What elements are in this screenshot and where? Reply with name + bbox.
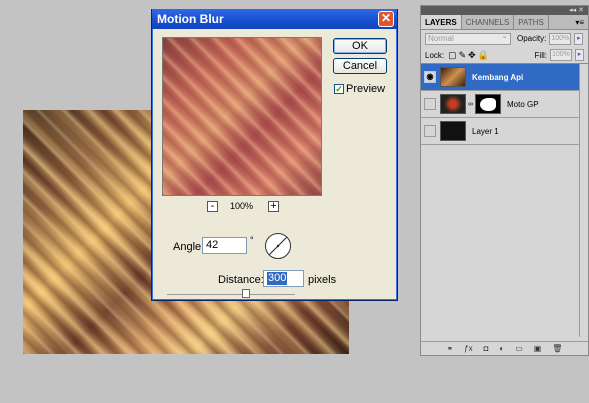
layer-row-layer-1[interactable]: Layer 1 bbox=[421, 118, 588, 145]
layer-row-moto-gp[interactable]: ∞ Moto GP bbox=[421, 91, 588, 118]
lock-row: Lock: ▢✎✥🔒 Fill: 100% ▸ bbox=[421, 47, 588, 64]
layer-row-kembang-api[interactable]: ◉ Kembang Api bbox=[421, 64, 588, 91]
fx-icon[interactable]: ƒx bbox=[464, 344, 472, 353]
cancel-button[interactable]: Cancel bbox=[333, 58, 387, 74]
layer-thumbnail bbox=[440, 67, 466, 87]
opacity-input[interactable]: 100% bbox=[549, 32, 572, 45]
layer-name: Kembang Api bbox=[472, 72, 524, 82]
motion-blur-dialog: Motion Blur ✕ - 100% + OK Cancel ✓ Previ… bbox=[151, 9, 398, 301]
link-icon[interactable]: ⚭ bbox=[446, 344, 453, 353]
panel-footer: ⚭ ƒx ◘ ◐ ▭ ▣ 🗑 bbox=[421, 341, 588, 355]
lock-icons[interactable]: ▢✎✥🔒 bbox=[448, 50, 491, 61]
distance-value: 300 bbox=[267, 272, 288, 285]
tab-paths[interactable]: PATHS bbox=[514, 15, 549, 29]
preview-label: Preview bbox=[346, 83, 386, 95]
new-layer-icon[interactable]: ▣ bbox=[534, 344, 542, 353]
blend-mode-select[interactable]: Normal bbox=[425, 31, 511, 45]
zoom-value: 100% bbox=[230, 201, 254, 211]
tab-layers[interactable]: LAYERS bbox=[421, 15, 462, 29]
panel-controls[interactable]: ◂◂ ✕ bbox=[421, 6, 588, 15]
layers-scrollbar[interactable] bbox=[579, 64, 588, 337]
dialog-title: Motion Blur bbox=[157, 12, 224, 26]
angle-dial[interactable] bbox=[264, 232, 292, 260]
close-icon[interactable]: ✕ bbox=[378, 11, 394, 27]
layers-panel: ◂◂ ✕ LAYERS CHANNELS PATHS ▾≡ Normal Opa… bbox=[420, 5, 589, 356]
dialog-body: - 100% + OK Cancel ✓ Preview Angle: 42 °… bbox=[153, 29, 396, 299]
fill-label: Fill: bbox=[534, 50, 547, 60]
distance-unit: pixels bbox=[308, 274, 337, 286]
tab-channels[interactable]: CHANNELS bbox=[462, 15, 515, 29]
angle-unit: ° bbox=[250, 235, 254, 245]
blend-row: Normal Opacity: 100% ▸ bbox=[421, 30, 588, 47]
adjustment-icon[interactable]: ◐ bbox=[499, 344, 504, 353]
distance-slider-thumb[interactable] bbox=[242, 289, 250, 298]
group-icon[interactable]: ▭ bbox=[515, 344, 523, 353]
trash-icon[interactable]: 🗑 bbox=[552, 344, 562, 353]
zoom-out-button[interactable]: - bbox=[207, 201, 218, 212]
eye-icon[interactable]: ◉ bbox=[424, 71, 436, 83]
zoom-in-button[interactable]: + bbox=[268, 201, 279, 212]
layer-name: Layer 1 bbox=[472, 126, 499, 136]
opacity-label: Opacity: bbox=[517, 34, 547, 43]
blur-preview[interactable] bbox=[162, 37, 322, 196]
zoom-controls: - 100% + bbox=[162, 201, 322, 213]
mask-icon[interactable]: ◘ bbox=[484, 344, 489, 353]
distance-slider-track[interactable] bbox=[167, 294, 295, 295]
angle-input[interactable]: 42 bbox=[202, 237, 247, 254]
preview-checkbox[interactable]: ✓ bbox=[334, 84, 344, 94]
lock-label: Lock: bbox=[425, 50, 445, 60]
ok-button[interactable]: OK bbox=[333, 38, 387, 54]
fill-arrow-icon[interactable]: ▸ bbox=[575, 49, 584, 61]
panel-menu-icon[interactable]: ▾≡ bbox=[575, 15, 584, 30]
visibility-box-icon[interactable] bbox=[424, 125, 436, 137]
layer-mask-thumbnail[interactable] bbox=[475, 94, 501, 114]
preview-toggle[interactable]: ✓ Preview bbox=[334, 83, 385, 95]
dialog-titlebar[interactable]: Motion Blur ✕ bbox=[152, 9, 397, 29]
chain-link-icon[interactable]: ∞ bbox=[468, 101, 473, 108]
fill-input[interactable]: 100% bbox=[550, 49, 572, 61]
layer-thumbnail bbox=[440, 121, 466, 141]
visibility-box-icon[interactable] bbox=[424, 98, 436, 110]
distance-label: Distance: bbox=[218, 274, 264, 286]
layer-name: Moto GP bbox=[507, 99, 539, 109]
distance-input[interactable]: 300 bbox=[263, 270, 304, 287]
panel-tabs: LAYERS CHANNELS PATHS ▾≡ bbox=[421, 15, 588, 30]
layer-thumbnail bbox=[440, 94, 466, 114]
opacity-arrow-icon[interactable]: ▸ bbox=[574, 32, 584, 45]
angle-label: Angle: bbox=[173, 241, 205, 253]
